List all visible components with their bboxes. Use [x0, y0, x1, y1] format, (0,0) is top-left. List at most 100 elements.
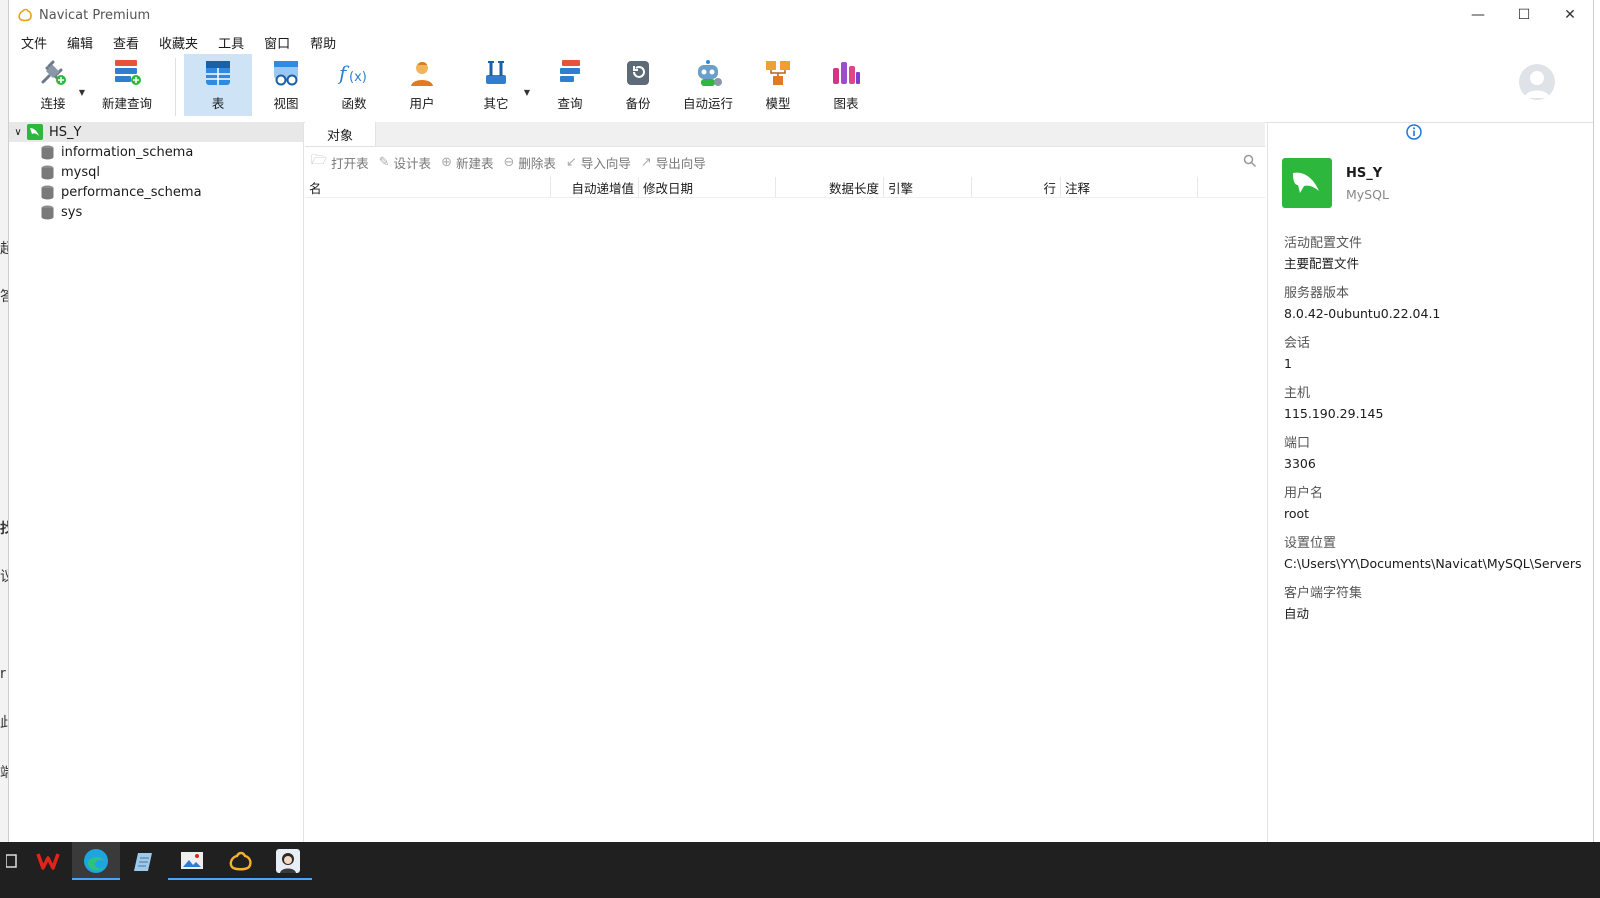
property-key: 服务器版本	[1284, 286, 1350, 301]
database-icon	[41, 205, 54, 219]
taskbar-navicat-icon[interactable]	[216, 842, 264, 880]
open-table-button[interactable]: 🗁 打开表	[311, 151, 369, 173]
database-icon	[41, 145, 54, 159]
navicat-logo-icon	[18, 8, 32, 22]
search-icon[interactable]	[1243, 154, 1257, 168]
mysql-connection-icon	[27, 124, 43, 140]
property-client-charset: 客户端字符集 自动	[1284, 584, 1594, 634]
view-icon	[274, 61, 298, 86]
column-data-length[interactable]: 数据长度	[776, 177, 884, 197]
property-value: root	[1284, 506, 1310, 521]
property-key: 设置位置	[1284, 536, 1337, 551]
mysql-dolphin-icon	[1282, 158, 1332, 208]
property-host: 主机 115.190.29.145	[1284, 384, 1594, 434]
query-icon	[560, 60, 580, 82]
minimize-icon[interactable]: —	[1455, 0, 1501, 30]
user-avatar-icon	[1524, 71, 1550, 98]
automation-button[interactable]: 自动运行	[672, 54, 744, 116]
tree-database-performance-schema[interactable]: performance_schema	[9, 182, 303, 202]
property-key: 端口	[1284, 436, 1311, 451]
database-icon	[41, 185, 54, 199]
property-value: C:\Users\YY\Documents\Navicat\MySQL\Serv…	[1284, 556, 1582, 571]
plug-icon	[41, 60, 66, 85]
tree-database-sys[interactable]: sys	[9, 202, 303, 222]
taskbar-edge-icon[interactable]	[72, 842, 120, 880]
import-wizard-button[interactable]: ↙ 导入向导	[566, 153, 631, 172]
main-toolbar: 连接 ▼ 新建查询 表 视图 f (x) 函数 用户 其它 ▼ 查询 备份 自动…	[9, 54, 1593, 123]
account-avatar[interactable]	[1519, 64, 1555, 100]
maximize-icon[interactable]: ☐	[1501, 0, 1547, 30]
export-wizard-label: 导出向导	[655, 155, 706, 171]
user-label: 用户	[409, 96, 435, 111]
model-icon	[766, 61, 790, 85]
column-comment[interactable]: 注释	[1061, 177, 1198, 197]
menu-help[interactable]: 帮助	[302, 33, 348, 52]
object-list-header: 名 自动递增值 修改日期 数据长度 引擎 行 注释	[305, 177, 1265, 198]
menu-bar: 文件 编辑 查看 收藏夹 工具 窗口 帮助	[9, 30, 1593, 54]
chevron-down-icon[interactable]: ▼	[524, 88, 530, 97]
function-label: 函数	[341, 96, 367, 111]
column-auto-increment[interactable]: 自动递增值	[551, 177, 639, 197]
minus-circle-icon: ⊖	[503, 154, 515, 170]
table-icon	[206, 61, 230, 85]
function-button[interactable]: f (x) 函数	[320, 54, 388, 116]
svg-text:(x): (x)	[349, 70, 367, 85]
backup-button[interactable]: 备份	[604, 54, 672, 116]
title-bar[interactable]: Navicat Premium — ☐ ✕	[9, 0, 1593, 30]
tree-database-label: information_schema	[61, 144, 194, 160]
property-key: 用户名	[1284, 486, 1324, 501]
backup-icon	[627, 61, 649, 85]
column-engine[interactable]: 引擎	[884, 177, 972, 197]
taskbar-terminal-icon[interactable]	[0, 842, 24, 880]
notepad-icon	[134, 853, 152, 871]
chevron-down-icon[interactable]: ▼	[79, 88, 85, 97]
property-key: 活动配置文件	[1284, 236, 1363, 251]
window-title: Navicat Premium	[39, 7, 151, 23]
chart-button[interactable]: 图表	[812, 54, 880, 116]
new-query-button[interactable]: 新建查询	[87, 54, 167, 116]
info-icon[interactable]	[1406, 124, 1422, 140]
taskbar-avatar-app-icon[interactable]	[264, 842, 312, 880]
terminal-icon	[6, 854, 17, 868]
function-icon: f (x)	[337, 61, 367, 85]
menu-favorites[interactable]: 收藏夹	[151, 33, 210, 52]
view-button[interactable]: 视图	[252, 54, 320, 116]
taskbar-wps-icon[interactable]	[24, 842, 72, 880]
column-rows[interactable]: 行	[972, 177, 1061, 197]
background-glyph: r	[0, 666, 6, 682]
tree-database-mysql[interactable]: mysql	[9, 162, 303, 182]
menu-view[interactable]: 查看	[105, 33, 151, 52]
table-button[interactable]: 表	[184, 54, 252, 116]
close-icon[interactable]: ✕	[1547, 0, 1593, 30]
table-label: 表	[211, 96, 225, 111]
menu-tools[interactable]: 工具	[210, 33, 256, 52]
taskbar-screenshot-tool-icon[interactable]	[168, 842, 216, 880]
delete-table-button[interactable]: ⊖ 删除表	[503, 153, 555, 172]
query-label: 查询	[557, 96, 583, 111]
menu-edit[interactable]: 编辑	[59, 33, 105, 52]
taskbar-notepad-icon[interactable]	[120, 842, 168, 880]
tree-connection-hs-y[interactable]: ∨ HS_Y	[9, 122, 303, 142]
connect-label: 连接	[40, 96, 66, 111]
property-value: 1	[1284, 356, 1292, 371]
export-wizard-button[interactable]: ↗ 导出向导	[641, 153, 706, 172]
new-table-label: 新建表	[455, 155, 494, 171]
chevron-down-icon[interactable]: ∨	[11, 127, 25, 138]
connect-button[interactable]: 连接 ▼	[19, 54, 87, 116]
column-name[interactable]: 名	[305, 177, 551, 197]
design-table-button[interactable]: ✎ 设计表	[379, 153, 431, 172]
tree-database-information-schema[interactable]: information_schema	[9, 142, 303, 162]
menu-window[interactable]: 窗口	[256, 33, 302, 52]
column-modified-date[interactable]: 修改日期	[639, 177, 776, 197]
new-table-button[interactable]: ⊕ 新建表	[441, 153, 493, 172]
wps-office-icon	[36, 853, 60, 870]
model-button[interactable]: 模型	[744, 54, 812, 116]
tab-objects[interactable]: 对象	[305, 122, 376, 146]
menu-file[interactable]: 文件	[13, 33, 59, 52]
new-query-icon	[115, 60, 141, 85]
property-value: 115.190.29.145	[1284, 406, 1384, 421]
other-button[interactable]: 其它 ▼	[456, 54, 536, 116]
tools-icon	[486, 61, 506, 84]
user-button[interactable]: 用户	[388, 54, 456, 116]
query-button[interactable]: 查询	[536, 54, 604, 116]
